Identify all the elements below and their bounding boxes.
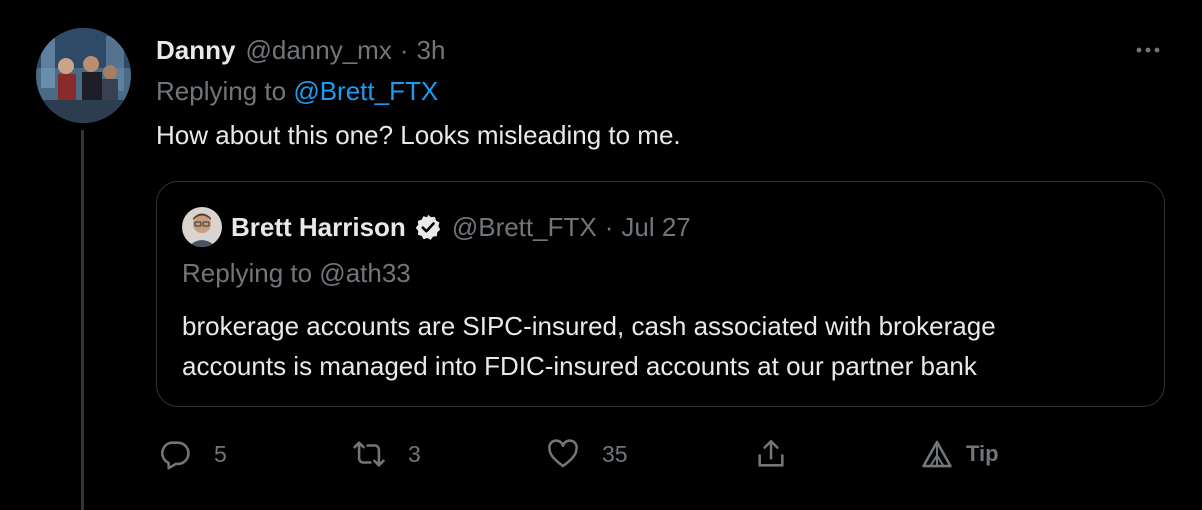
tweet-header: Danny @danny_mx · 3h (156, 32, 445, 68)
quoted-separator: · (604, 211, 614, 242)
quoted-text: brokerage accounts are SIPC-insured, cas… (182, 306, 996, 386)
share-button[interactable] (754, 432, 788, 476)
replying-handle-link[interactable]: @Brett_FTX (293, 76, 438, 106)
quoted-tweet-card[interactable]: Brett Harrison @Brett_FTX · Jul 27 Reply… (156, 181, 1165, 407)
replying-to: Replying to @Brett_FTX (156, 76, 438, 107)
retweet-arrows-icon (353, 441, 385, 467)
thread-line (81, 130, 84, 510)
header-separator: · (399, 34, 409, 65)
reply-count: 5 (214, 440, 227, 467)
author-handle[interactable]: @danny_mx (245, 35, 391, 66)
quoted-text-line-1: brokerage accounts are SIPC-insured, cas… (182, 311, 996, 341)
quoted-text-line-2: accounts is managed into FDIC-insured ac… (182, 351, 977, 381)
share-upload-icon (758, 439, 784, 467)
tweet-text: How about this one? Looks misleading to … (156, 120, 681, 150)
quoted-author-name[interactable]: Brett Harrison (231, 212, 406, 243)
quoted-replying-to: Replying to @ath33 (182, 258, 411, 288)
author-name[interactable]: Danny (156, 35, 235, 66)
verified-badge-icon (415, 214, 441, 240)
tip-label: Tip (966, 441, 999, 466)
tip-button[interactable]: Tip (920, 432, 999, 476)
tweet-time[interactable]: 3h (417, 35, 446, 66)
reply-button[interactable]: 5 (158, 432, 227, 476)
like-count: 35 (602, 440, 628, 467)
heart-icon (548, 439, 578, 468)
more-dots-icon (1136, 47, 1160, 53)
reply-bubble-icon (161, 441, 190, 470)
more-options-button[interactable] (1130, 32, 1166, 68)
retweet-button[interactable]: 3 (352, 432, 421, 476)
tip-triangle-icon (922, 440, 952, 468)
author-avatar[interactable] (36, 28, 131, 123)
like-button[interactable]: 35 (546, 432, 628, 476)
quoted-author-avatar[interactable] (182, 207, 222, 247)
quoted-date[interactable]: Jul 27 (621, 212, 690, 243)
retweet-count: 3 (408, 440, 421, 467)
quoted-header: Brett Harrison @Brett_FTX · Jul 27 (231, 208, 691, 246)
quoted-author-handle[interactable]: @Brett_FTX (452, 212, 597, 243)
replying-prefix: Replying to (156, 76, 287, 106)
